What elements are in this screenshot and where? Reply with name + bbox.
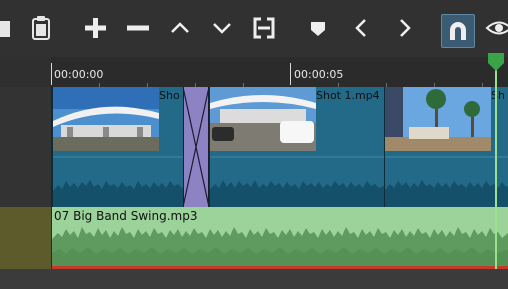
timeline-toolbar bbox=[0, 0, 508, 57]
clip-waveform bbox=[210, 156, 385, 207]
ruler-major-tick bbox=[290, 63, 291, 85]
clip-waveform bbox=[385, 156, 508, 207]
audio-clip-label: 07 Big Band Swing.mp3 bbox=[54, 209, 198, 223]
clip-waveform bbox=[53, 156, 186, 207]
video-clip[interactable]: Sh bbox=[384, 87, 508, 207]
video-track: Sho Shot 1.mp4 Sh bbox=[0, 86, 508, 208]
marker-icon[interactable] bbox=[303, 13, 333, 43]
ruler-head-spacer bbox=[0, 57, 51, 87]
video-track-head[interactable] bbox=[0, 87, 51, 207]
remove-icon[interactable] bbox=[123, 13, 153, 43]
ruler-major-tick bbox=[51, 63, 52, 85]
next-marker-icon[interactable] bbox=[389, 13, 419, 43]
split-icon[interactable] bbox=[249, 13, 279, 43]
clip-thumbnail bbox=[210, 87, 316, 151]
timecode-five: 00:00:05 bbox=[294, 68, 344, 81]
lift-icon[interactable] bbox=[165, 13, 195, 43]
timecode-start: 00:00:00 bbox=[54, 68, 104, 81]
audio-track: 07 Big Band Swing.mp3 bbox=[0, 207, 508, 269]
append-icon[interactable] bbox=[80, 13, 110, 43]
timeline-ruler[interactable]: 00:00:00 00:00:05 bbox=[0, 57, 508, 87]
playhead-marker-icon[interactable] bbox=[487, 53, 505, 71]
video-clip[interactable]: Shot 1.mp4 bbox=[209, 87, 385, 207]
clip-label: Shot 1.mp4 bbox=[316, 89, 380, 102]
overwrite-icon[interactable] bbox=[207, 13, 237, 43]
scrub-icon[interactable] bbox=[484, 13, 508, 43]
audio-track-head[interactable] bbox=[0, 207, 51, 269]
audio-clip[interactable]: 07 Big Band Swing.mp3 bbox=[52, 207, 508, 269]
playhead[interactable] bbox=[495, 57, 497, 269]
clip-thumbnail bbox=[53, 87, 159, 151]
snap-icon[interactable] bbox=[441, 14, 475, 48]
timeline-bottom-bar bbox=[0, 269, 508, 289]
video-clip[interactable]: Sho bbox=[52, 87, 186, 207]
clip-label: Sh bbox=[491, 89, 505, 102]
clip-thumbnail bbox=[385, 87, 491, 151]
paste-icon[interactable] bbox=[26, 13, 56, 43]
clip-label: Sho bbox=[159, 89, 180, 102]
transition-clip[interactable] bbox=[182, 86, 210, 208]
clip-icon-partial[interactable] bbox=[0, 13, 12, 43]
previous-marker-icon[interactable] bbox=[347, 13, 377, 43]
